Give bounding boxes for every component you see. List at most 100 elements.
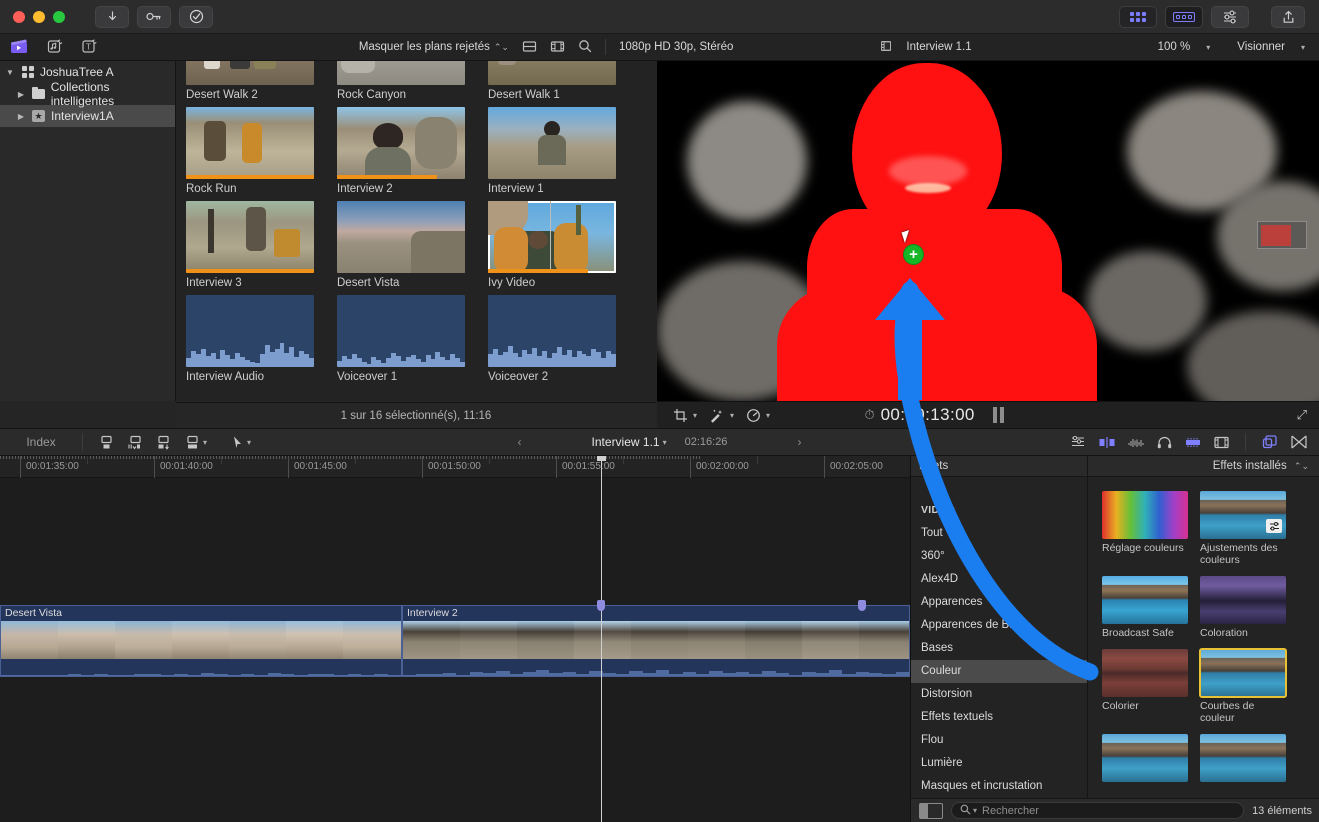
timeline[interactable]: 00:01:35:00 00:01:40:00 00:01:45:00 00:0… <box>0 456 910 822</box>
chevron-down-icon[interactable]: ▾ <box>766 411 770 420</box>
zoom-chevron-down-icon[interactable]: ▾ <box>1206 43 1210 52</box>
clapperboard-icon[interactable] <box>10 38 28 56</box>
timeline-clip[interactable]: Interview 2 <box>402 605 910 677</box>
browser-clip[interactable]: Rock Canyon <box>337 61 465 107</box>
browser-clip[interactable]: Desert Walk 2 <box>186 61 314 107</box>
overwrite-icon[interactable]: ▾ <box>185 435 207 450</box>
effect-item[interactable] <box>1200 734 1286 785</box>
viewer-menu-label[interactable]: Visionner <box>1237 41 1285 53</box>
clip-appearance-icon[interactable] <box>1071 436 1086 449</box>
effect-item[interactable]: Colorier <box>1102 649 1188 724</box>
previous-project-button[interactable]: ‹ <box>518 435 522 449</box>
select-tool-icon[interactable]: ▾ <box>232 435 251 450</box>
browser-clip[interactable]: Desert Vista <box>337 201 465 295</box>
timeline-clip[interactable]: Desert Vista <box>0 605 402 677</box>
project-chevron-down-icon[interactable]: ▾ <box>663 438 667 447</box>
effects-category-360[interactable]: 360° <box>911 545 1087 568</box>
close-window-button[interactable] <box>13 11 25 23</box>
effects-category-lumiere[interactable]: Lumière <box>911 752 1087 775</box>
effect-item[interactable] <box>1102 734 1188 785</box>
clip-skimming-icon[interactable] <box>1185 436 1201 449</box>
effects-category-apparences[interactable]: Apparences <box>911 591 1087 614</box>
index-button[interactable]: Index <box>0 435 82 449</box>
crop-transform-icon[interactable]: ▾ <box>673 408 697 423</box>
audio-meter-icon[interactable] <box>1128 436 1144 449</box>
effects-grid[interactable]: Réglage couleurs Ajustements des couleur… <box>1088 477 1319 801</box>
installed-effects-label[interactable]: Effets installés <box>1213 460 1287 472</box>
timeline-layout-button[interactable] <box>1165 6 1203 28</box>
effects-category-alex4d[interactable]: Alex4D <box>911 568 1087 591</box>
timeline-marker[interactable] <box>597 600 605 611</box>
browser-clip[interactable]: Ivy Video <box>488 201 616 295</box>
timeline-ruler[interactable]: 00:01:35:00 00:01:40:00 00:01:45:00 00:0… <box>0 456 910 478</box>
filmstrip-icon[interactable] <box>1214 436 1229 449</box>
retime-icon[interactable]: ▾ <box>746 408 770 423</box>
effect-thumbnail[interactable] <box>1102 734 1188 782</box>
timeline-playhead[interactable] <box>601 456 602 822</box>
effect-item[interactable]: Broadcast Safe <box>1102 576 1188 639</box>
chevron-down-icon[interactable]: ▾ <box>730 411 734 420</box>
titles-icon[interactable]: T <box>80 38 98 56</box>
expand-icon[interactable]: ⤢ <box>1297 407 1307 423</box>
inspector-button[interactable] <box>1211 6 1249 28</box>
filter-dropdown-chevron-icon[interactable]: ⌃⌄ <box>494 42 509 53</box>
effect-thumbnail[interactable] <box>1102 649 1188 697</box>
chevron-down-icon[interactable]: ▾ <box>693 411 697 420</box>
effect-thumbnail[interactable] <box>1200 576 1286 624</box>
chevron-down-icon[interactable]: ▾ <box>203 438 207 447</box>
timeline-marker[interactable] <box>858 600 866 611</box>
effect-item[interactable]: Réglage couleurs <box>1102 491 1188 566</box>
disclosure-triangle-icon[interactable]: ▼ <box>5 68 15 77</box>
insert-icon[interactable] <box>127 435 143 450</box>
filter-dropdown-label[interactable]: Masquer les plans rejetés <box>359 41 490 53</box>
browser-clip[interactable]: Voiceover 2 <box>488 295 616 389</box>
chevron-down-icon[interactable]: ▾ <box>247 438 251 447</box>
connect-icon[interactable] <box>156 435 172 450</box>
effects-category-list[interactable]: VIDÉO Tout 360° Alex4D Apparences Appare… <box>911 477 1088 801</box>
browser-clip[interactable]: Interview Audio <box>186 295 314 389</box>
project-name-label[interactable]: Interview 1.1 <box>592 435 660 449</box>
effects-category-couleur[interactable]: Couleur <box>911 660 1087 683</box>
download-icon[interactable] <box>95 6 129 28</box>
browser-clip[interactable]: Interview 1 <box>488 107 616 201</box>
browser-clip[interactable]: Rock Run <box>186 107 314 201</box>
disclosure-triangle-icon[interactable]: ▶ <box>16 90 26 99</box>
search-chevron-icon[interactable]: ▾ <box>973 806 977 815</box>
sidebar-toggle-icon[interactable] <box>919 803 943 819</box>
list-view-icon[interactable] <box>522 40 537 55</box>
transitions-browser-icon[interactable] <box>1291 435 1307 449</box>
browser-clip[interactable]: Desert Walk 1 <box>488 61 616 107</box>
effects-category-tout[interactable]: Tout <box>911 522 1087 545</box>
effects-category-apparences-bd[interactable]: Apparences de BD <box>911 614 1087 637</box>
effects-category-flou[interactable]: Flou <box>911 729 1087 752</box>
append-icon[interactable] <box>99 435 114 450</box>
viewer-chevron-down-icon[interactable]: ▾ <box>1301 43 1305 52</box>
effect-thumbnail[interactable] <box>1200 649 1286 697</box>
timeline-storyline[interactable]: Desert Vista Interview 2 <box>0 605 910 677</box>
browser-layout-button[interactable] <box>1119 6 1157 28</box>
pause-icon[interactable] <box>993 407 1004 423</box>
disclosure-triangle-icon[interactable]: ▶ <box>16 112 26 121</box>
effect-thumbnail[interactable] <box>1102 491 1188 539</box>
key-icon[interactable] <box>137 6 171 28</box>
effects-category-bases[interactable]: Bases <box>911 637 1087 660</box>
search-icon[interactable] <box>578 39 592 55</box>
clip-browser[interactable]: Desert Walk 2 Rock Canyon Desert Walk 1 <box>176 61 656 401</box>
effects-category-effets-textuels[interactable]: Effets textuels <box>911 706 1087 729</box>
effect-item-selected[interactable]: Courbes de couleur <box>1200 649 1286 724</box>
effect-thumbnail[interactable] <box>1102 576 1188 624</box>
effects-category-masques[interactable]: Masques et incrustation <box>911 775 1087 798</box>
sidebar-item-interview1a[interactable]: ▶ ★ Interview1A <box>0 105 175 127</box>
effects-browser-icon[interactable] <box>1262 435 1278 449</box>
viewer[interactable]: + <box>657 61 1319 401</box>
browser-clip[interactable]: Interview 2 <box>337 107 465 201</box>
effect-item[interactable]: Ajustements des couleurs <box>1200 491 1286 566</box>
enhance-icon[interactable]: ▾ <box>709 408 734 423</box>
audio-effects-icon[interactable] <box>44 38 64 56</box>
maximize-window-button[interactable] <box>53 11 65 23</box>
browser-clip[interactable]: Voiceover 1 <box>337 295 465 389</box>
library-sidebar[interactable]: ▼ JoshuaTree A ▶ Collections intelligent… <box>0 61 176 401</box>
sort-chevron-icon[interactable]: ⌃⌄ <box>1294 461 1309 471</box>
trim-icon[interactable] <box>1099 436 1115 449</box>
effects-category-distorsion[interactable]: Distorsion <box>911 683 1087 706</box>
